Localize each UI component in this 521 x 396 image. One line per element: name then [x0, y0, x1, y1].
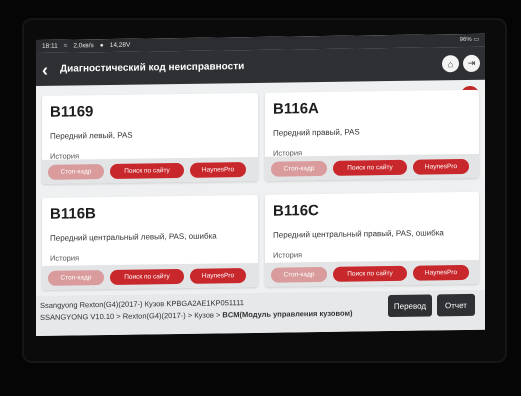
dtc-card: B1169 Передний левый, PAS История Стоп-к…	[42, 92, 258, 184]
haynespro-button[interactable]: HaynesPro	[413, 264, 469, 281]
dtc-card: B116B Передний центральный левый, PAS, о…	[42, 194, 258, 290]
dtc-card: B116A Передний правый, PAS История Стоп-…	[265, 89, 479, 181]
dtc-code: B116A	[273, 100, 319, 118]
web-search-button[interactable]: Поиск по сайту	[110, 268, 184, 285]
haynespro-button[interactable]: HaynesPro	[190, 162, 246, 178]
dtc-code: B116C	[273, 202, 319, 220]
translate-button[interactable]: Перевод	[388, 294, 432, 318]
screen: 18:11 ≈ 2,0кв/s ● 14,28V 96% ▭ ‹ Диагнос…	[36, 33, 485, 336]
card-button-row: Стоп-кадр Поиск по сайту HaynesPro	[42, 262, 258, 290]
wifi-icon: ≈	[63, 42, 68, 50]
report-button[interactable]: Отчет	[437, 293, 475, 317]
dtc-code: B116B	[50, 205, 96, 223]
web-search-button[interactable]: Поиск по сайту	[333, 159, 407, 176]
dtc-history: История	[50, 253, 80, 263]
dtc-card: B116C Передний центральный правый, PAS, …	[265, 191, 479, 287]
breadcrumb-current: BCM(Модуль управления кузовом)	[222, 308, 353, 320]
dtc-description: Передний левый, PAS	[50, 130, 133, 141]
home-icon[interactable]: ⌂	[442, 55, 459, 73]
status-speed: 2,0кв/s	[73, 42, 94, 50]
status-voltage: 14,28V	[109, 41, 131, 49]
dtc-history: История	[273, 250, 303, 260]
page-title: Диагностический код неисправности	[60, 61, 245, 75]
chevron-left-icon[interactable]: ‹	[42, 59, 58, 79]
breadcrumb-path: SSANGYONG V10.10 > Rexton(G4)(2017-) > К…	[40, 310, 223, 322]
freeze-frame-button[interactable]: Стоп-кадр	[271, 160, 327, 177]
title-bar: ‹ Диагностический код неисправности ⌂ ⇥	[36, 46, 485, 86]
battery-level: 96%	[459, 36, 472, 44]
web-search-button[interactable]: Поиск по сайту	[333, 265, 407, 282]
exit-icon[interactable]: ⇥	[463, 54, 480, 73]
dtc-description: Передний правый, PAS	[273, 127, 360, 138]
card-button-row: Стоп-кадр Поиск по сайту HaynesPro	[265, 259, 479, 287]
dtc-code: B1169	[50, 103, 94, 121]
vci-icon: ●	[99, 42, 104, 50]
freeze-frame-button[interactable]: Стоп-кадр	[271, 266, 327, 283]
breadcrumb: SSANGYONG V10.10 > Rexton(G4)(2017-) > К…	[40, 309, 353, 322]
status-time: 18:11	[42, 42, 58, 50]
web-search-button[interactable]: Поиск по сайту	[110, 162, 184, 179]
dtc-description: Передний центральный правый, PAS, ошибка	[273, 228, 444, 240]
vehicle-info: Ssangyong Rexton(G4)(2017-) Кузов KPBGA2…	[40, 298, 244, 310]
freeze-frame-button[interactable]: Стоп-кадр	[48, 164, 104, 180]
card-button-row: Стоп-кадр Поиск по сайту HaynesPro	[42, 156, 258, 184]
card-button-row: Стоп-кадр Поиск по сайту HaynesPro	[265, 153, 479, 181]
haynespro-button[interactable]: HaynesPro	[413, 158, 469, 175]
battery-indicator: 96% ▭	[459, 36, 479, 44]
vehicle-info-footer: Ssangyong Rexton(G4)(2017-) Кузов KPBGA2…	[36, 289, 485, 336]
dtc-description: Передний центральный левый, PAS, ошибка	[50, 231, 217, 243]
haynespro-button[interactable]: HaynesPro	[190, 268, 246, 284]
freeze-frame-button[interactable]: Стоп-кадр	[48, 270, 104, 286]
